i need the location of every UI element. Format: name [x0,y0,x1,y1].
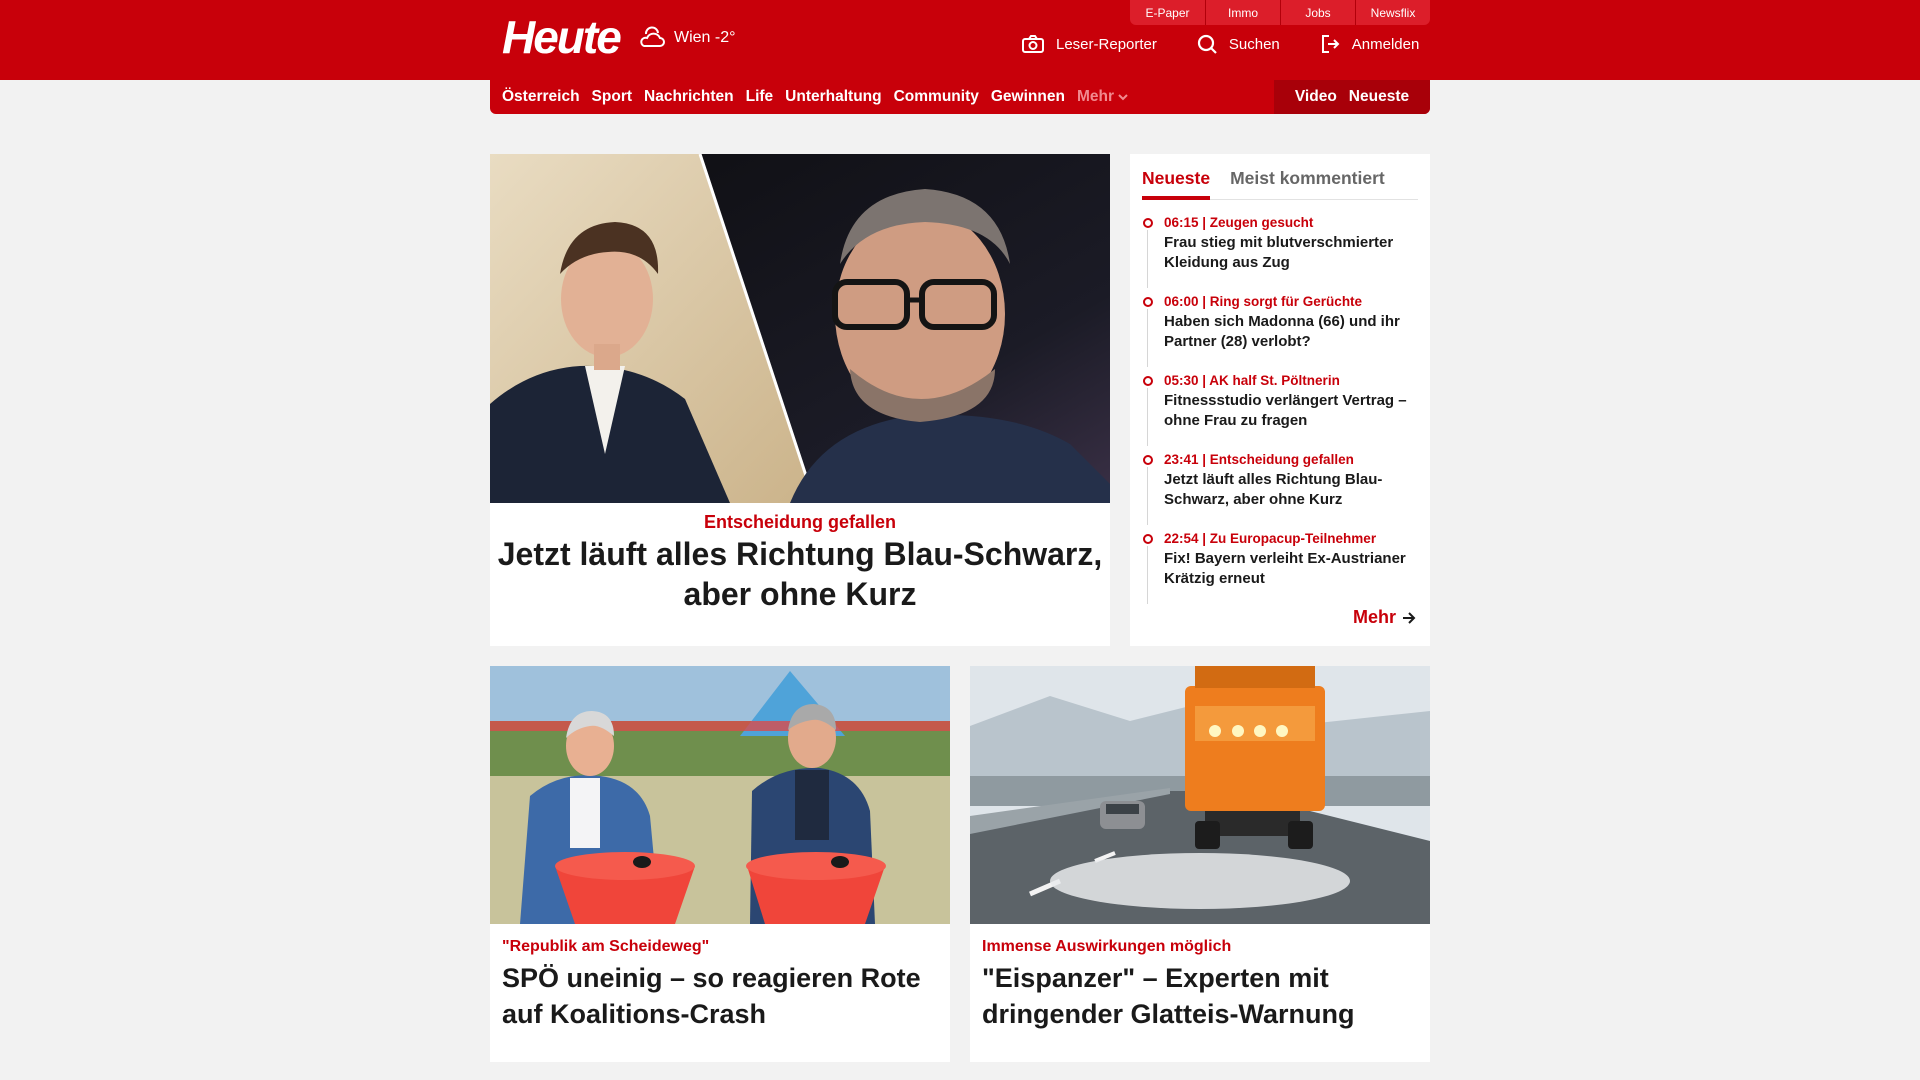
timeline-dot [1143,534,1153,544]
camera-icon [1022,35,1044,53]
teaser-article-spoe[interactable]: "Republik am Scheideweg" SPÖ uneinig – s… [490,666,950,1062]
nav-more-label: Mehr [1076,88,1114,105]
timeline-dot [1143,455,1153,465]
timeline-line [1147,467,1148,525]
nav-items: Österreich Sport Nachrichten Life Unterh… [502,80,1128,114]
weather-text: Wien -2° [674,29,736,46]
nav-right-group: Video Neueste [1274,80,1430,114]
teaser-article-glatteis[interactable]: Immense Auswirkungen möglich "Eispanzer"… [970,666,1430,1062]
search-button[interactable]: Suchen [1197,34,1280,54]
nav-item-community[interactable]: Community [894,88,979,106]
search-icon [1197,34,1217,54]
item-meta: 06:15 | Zeugen gesucht [1164,215,1314,230]
leser-reporter-label: Leser-Reporter [1056,35,1157,53]
item-meta: 22:54 | Zu Europacup-Teilnehmer [1164,531,1377,546]
hero-image [490,154,1110,503]
main-navigation: Österreich Sport Nachrichten Life Unterh… [490,80,1430,114]
list-item[interactable]: 22:54 | Zu Europacup-Teilnehmer Fix! Bay… [1142,530,1424,609]
teaser-headline[interactable]: "Eispanzer" – Experten mit dringender Gl… [982,960,1422,1032]
list-item[interactable]: 05:30 | AK half St. Pöltnerin Fitnessstu… [1142,372,1424,451]
item-headline: Fitnessstudio verlängert Vertrag – ohne … [1164,392,1407,429]
nav-item-life[interactable]: Life [746,88,774,106]
timeline-line [1147,230,1148,288]
nav-item-sport[interactable]: Sport [592,88,632,106]
login-icon [1321,35,1340,53]
item-meta: 05:30 | AK half St. Pöltnerin [1164,373,1340,388]
more-label: Mehr [1352,607,1396,627]
cloud-sun-icon [640,26,665,47]
latest-tabs: Neueste Meist kommentiert [1142,164,1418,200]
list-item[interactable]: 23:41 | Entscheidung gefallen Jetzt läuf… [1142,451,1424,530]
timeline-dot [1143,297,1153,307]
item-meta: 06:00 | Ring sorgt für Gerüchte [1164,294,1363,309]
list-item[interactable]: 06:15 | Zeugen gesucht Frau stieg mit bl… [1142,214,1424,293]
nav-item-unterhaltung[interactable]: Unterhaltung [785,88,881,106]
item-headline: Fix! Bayern verleiht Ex-Austrianer Krätz… [1164,550,1406,587]
search-label: Suchen [1228,35,1280,53]
hero-article[interactable]: Entscheidung gefallen Jetzt läuft alles … [490,154,1110,646]
tab-neueste[interactable]: Neueste [1142,164,1211,200]
teaser-image-glatteis [970,666,1430,924]
teaser-kicker: "Republik am Scheideweg" [502,938,710,955]
weather-widget[interactable]: Wien -2° [638,26,736,50]
nav-more-dropdown[interactable]: Mehr [1077,88,1128,106]
nav-item-nachrichten[interactable]: Nachrichten [644,88,734,106]
latest-list: 06:15 | Zeugen gesucht Frau stieg mit bl… [1142,214,1424,609]
service-tab-immo[interactable]: Immo [1205,0,1280,25]
arrow-right-icon [1403,611,1416,624]
heute-logo[interactable]: Heute [502,12,622,62]
login-button[interactable]: Anmelden [1320,34,1420,54]
more-latest-link[interactable]: Mehr [1353,607,1416,628]
teaser-headline[interactable]: SPÖ uneinig – so reagieren Rote auf Koal… [502,960,942,1032]
timeline-line [1147,546,1148,604]
item-headline: Haben sich Madonna (66) und ihr Partner … [1164,313,1400,350]
service-tabs: E-Paper Immo Jobs Newsflix [1130,0,1430,25]
nav-item-video[interactable]: Video [1295,88,1337,106]
latest-news-panel: Neueste Meist kommentiert 06:15 | Zeugen… [1130,154,1430,646]
chevron-down-icon [1118,94,1128,101]
list-item[interactable]: 06:00 | Ring sorgt für Gerüchte Haben si… [1142,293,1424,372]
timeline-line [1147,309,1148,367]
login-label: Anmelden [1351,35,1420,53]
item-meta: 23:41 | Entscheidung gefallen [1164,452,1354,467]
service-tab-epaper[interactable]: E-Paper [1130,0,1205,25]
top-bar: E-Paper Immo Jobs Newsflix Heute Wien -2… [0,0,1920,80]
hero-kicker: Entscheidung gefallen [703,512,897,532]
timeline-line [1147,388,1148,446]
service-tab-jobs[interactable]: Jobs [1280,0,1355,25]
nav-item-oesterreich[interactable]: Österreich [502,88,580,106]
service-tab-newsflix[interactable]: Newsflix [1355,0,1430,25]
nav-item-gewinnen[interactable]: Gewinnen [991,88,1065,106]
hero-headline[interactable]: Jetzt läuft alles Richtung Blau-Schwarz,… [490,534,1110,614]
tab-meist-kommentiert[interactable]: Meist kommentiert [1230,164,1385,199]
teaser-image-spoe [490,666,950,924]
nav-item-neueste[interactable]: Neueste [1349,88,1409,106]
item-headline: Frau stieg mit blutverschmierter Kleidun… [1164,234,1394,271]
header-actions: Leser-Reporter Suchen Anmelden [1022,34,1419,54]
item-headline: Jetzt läuft alles Richtung Blau-Schwarz,… [1164,471,1383,508]
teaser-kicker: Immense Auswirkungen möglich [982,938,1232,955]
leser-reporter-button[interactable]: Leser-Reporter [1022,35,1157,53]
timeline-dot [1143,218,1153,228]
timeline-dot [1143,376,1153,386]
